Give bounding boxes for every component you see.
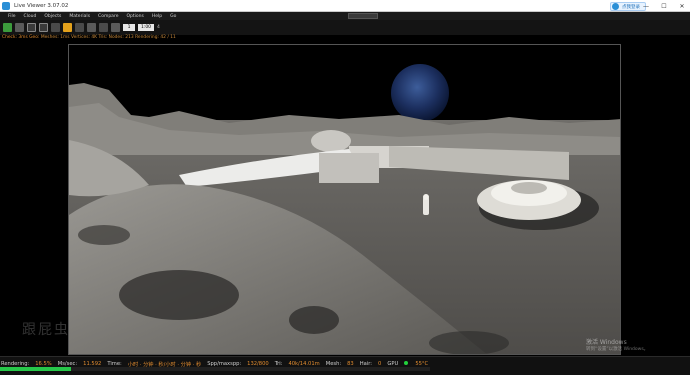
toolbar: 1 1:00 4 — [0, 20, 690, 35]
minimize-button[interactable]: — — [638, 3, 654, 10]
maximize-button[interactable]: ☐ — [656, 3, 672, 10]
title-bar: Live Viewer 3.07.02 点我登录 — ☐ ✕ — [0, 0, 690, 12]
render-viewport[interactable] — [68, 44, 621, 355]
user-icon — [612, 3, 619, 10]
stop-icon[interactable] — [39, 23, 48, 32]
render-progress-bar — [0, 367, 430, 371]
refresh-icon[interactable] — [15, 23, 24, 32]
menu-help[interactable]: Help — [152, 14, 162, 19]
camera-icon[interactable] — [51, 23, 60, 32]
watermark-logo: 跟屁虫 — [22, 322, 70, 338]
focus-icon[interactable] — [75, 23, 84, 32]
menu-options[interactable]: Options — [126, 14, 143, 19]
info-items: Meshes: 1ms Vertices: 4K Tris: Nodes: 21… — [40, 35, 176, 40]
pause-icon[interactable] — [27, 23, 36, 32]
menu-objects[interactable]: Objects — [44, 14, 61, 19]
scene-info-line: Check: 3ms Geo: Meshes: 1ms Vertices: 4K… — [2, 35, 176, 40]
menu-cloud[interactable]: Cloud — [24, 14, 37, 19]
menu-file[interactable]: File — [8, 14, 16, 19]
menu-go[interactable]: Go — [170, 14, 176, 19]
earth-planet — [391, 64, 449, 122]
status-bar: Rendering: 16.5% Ms/sec: 11.592 Time: 小时… — [0, 356, 690, 375]
menu-bar: File Cloud Objects Materials Compare Opt… — [0, 12, 690, 20]
zoom-field[interactable]: 1:00 — [138, 24, 154, 31]
settings-icon[interactable] — [111, 23, 120, 32]
windows-activation-subtitle: 转到“设置”以激活 Windows。 — [586, 347, 649, 352]
app-icon — [2, 1, 10, 10]
render-progress-fill — [0, 367, 71, 371]
render-icon[interactable] — [3, 23, 12, 32]
lock-icon[interactable] — [63, 23, 72, 32]
pick-icon[interactable] — [99, 23, 108, 32]
menu-compare[interactable]: Compare — [98, 14, 118, 19]
samples-field[interactable]: 1 — [123, 24, 135, 31]
menu-materials[interactable]: Materials — [69, 14, 90, 19]
zoom-label: 4 — [157, 25, 160, 30]
info-prefix: Check: 3ms Geo: — [2, 35, 41, 40]
close-button[interactable]: ✕ — [674, 3, 690, 10]
window-title: Live Viewer 3.07.02 — [14, 2, 69, 9]
region-icon[interactable] — [87, 23, 96, 32]
title-drag-handle[interactable] — [348, 13, 378, 19]
windows-activation-title: 激活 Windows — [586, 339, 627, 346]
rendered-moon-base-image — [69, 45, 620, 354]
